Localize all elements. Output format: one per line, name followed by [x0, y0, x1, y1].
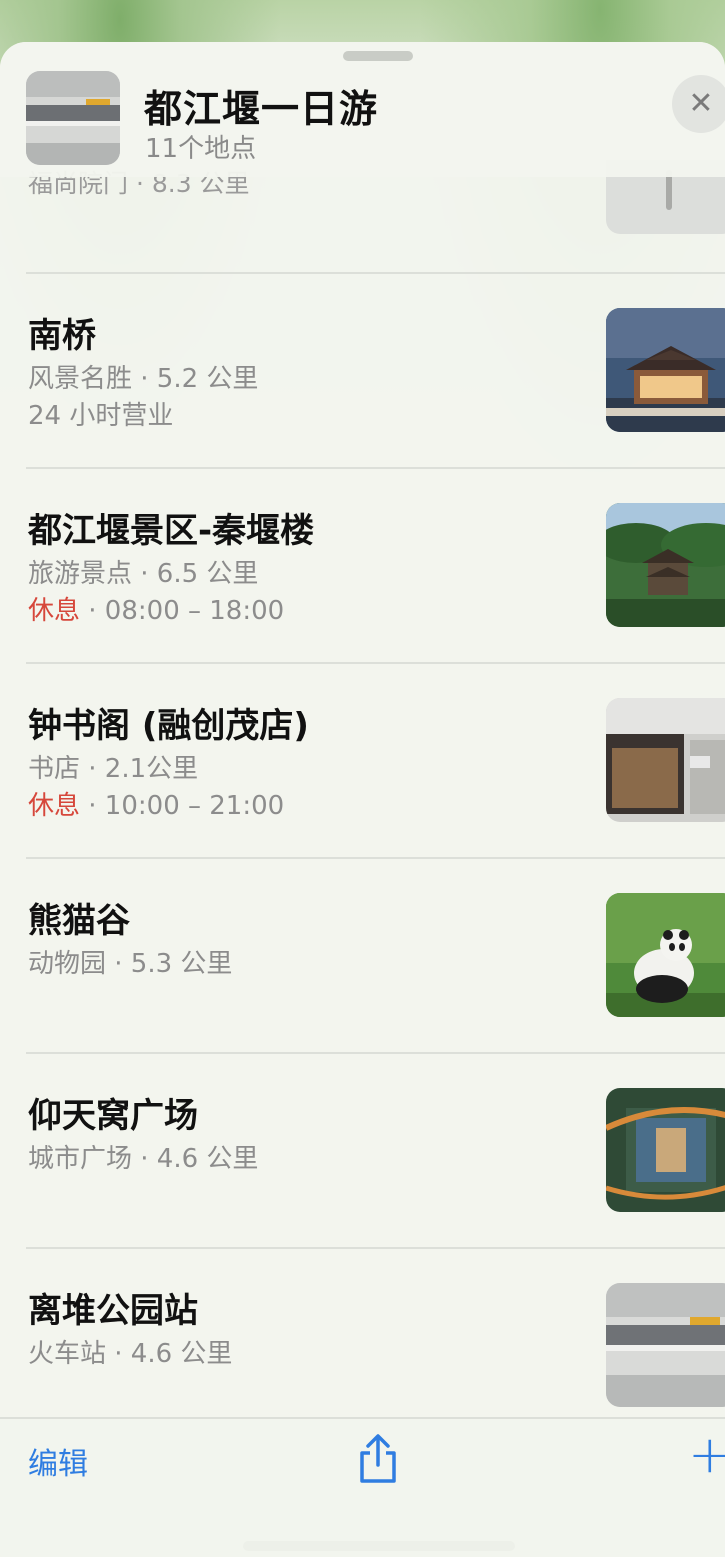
divider: [26, 857, 725, 859]
place-name: 熊猫谷: [28, 901, 130, 941]
share-icon: [360, 1434, 396, 1483]
divider: [26, 467, 725, 469]
closed-status: 休息: [28, 596, 81, 626]
place-name: 钟书阁 (融创茂店): [28, 706, 309, 746]
plus-icon: +: [688, 1425, 725, 1485]
sheet-grabber[interactable]: [343, 51, 413, 61]
place-thumbnail: [606, 308, 725, 432]
place-category-distance: 火车站 · 4.6 公里: [28, 1339, 233, 1369]
divider: [0, 1417, 725, 1419]
list-item[interactable]: 离堆公园站 火车站 · 4.6 公里: [0, 1247, 725, 1442]
place-hours: · 08:00 – 18:00: [80, 596, 285, 626]
collection-thumbnail: [26, 71, 120, 165]
place-name: 南桥: [28, 316, 96, 356]
place-hours: · 10:00 – 21:00: [80, 791, 285, 821]
place-category-distance: 旅游景点 · 6.5 公里: [28, 559, 259, 589]
place-hours: 24 小时营业: [28, 401, 174, 431]
list-item[interactable]: 都江堰景区-秦堰楼 旅游景点 · 6.5 公里 休息 · 08:00 – 18:…: [0, 467, 725, 662]
closed-status: 休息: [28, 791, 81, 821]
place-hours-line: 休息 · 10:00 – 21:00: [28, 785, 284, 822]
place-thumbnail: [606, 503, 725, 627]
divider: [26, 1052, 725, 1054]
list-item[interactable]: 仰天窝广场 城市广场 · 4.6 公里: [0, 1052, 725, 1247]
place-thumbnail: [606, 1283, 725, 1407]
place-name: 仰天窝广场: [28, 1096, 198, 1136]
place-thumbnail: [606, 698, 725, 822]
share-button[interactable]: [356, 1433, 400, 1485]
place-name: 离堆公园站: [28, 1291, 198, 1331]
add-button[interactable]: +: [688, 1429, 725, 1481]
collection-count: 11个地点: [145, 134, 257, 164]
place-thumbnail: [606, 893, 725, 1017]
collection-sheet: 福尚院门 · 8.3 公里 南桥 风景名胜 · 5.2 公里 24 小时营业 都…: [0, 42, 725, 1557]
place-category-distance: 城市广场 · 4.6 公里: [28, 1144, 259, 1174]
edit-button[interactable]: 编辑: [28, 1439, 88, 1483]
place-category-distance: 动物园 · 5.3 公里: [28, 949, 233, 979]
collection-title: 都江堰一日游: [144, 87, 379, 131]
list-item[interactable]: 钟书阁 (融创茂店) 书店 · 2.1公里 休息 · 10:00 – 21:00: [0, 662, 725, 857]
place-thumbnail: [606, 1088, 725, 1212]
divider: [26, 272, 725, 274]
sheet-header: 都江堰一日游 11个地点 ✕: [0, 42, 725, 177]
place-name: 都江堰景区-秦堰楼: [28, 511, 315, 551]
divider: [26, 662, 725, 664]
bottom-toolbar: 编辑 +: [0, 1417, 725, 1557]
place-hours-line: 休息 · 08:00 – 18:00: [28, 590, 284, 627]
place-category-distance: 书店 · 2.1公里: [28, 754, 199, 784]
list-item[interactable]: 熊猫谷 动物园 · 5.3 公里: [0, 857, 725, 1052]
place-category-distance: 风景名胜 · 5.2 公里: [28, 364, 259, 394]
close-icon: ✕: [688, 86, 714, 121]
divider: [26, 1247, 725, 1249]
close-button[interactable]: ✕: [672, 75, 725, 133]
list-item[interactable]: 南桥 风景名胜 · 5.2 公里 24 小时营业: [0, 272, 725, 467]
place-list[interactable]: 福尚院门 · 8.3 公里 南桥 风景名胜 · 5.2 公里 24 小时营业 都…: [0, 42, 725, 1417]
